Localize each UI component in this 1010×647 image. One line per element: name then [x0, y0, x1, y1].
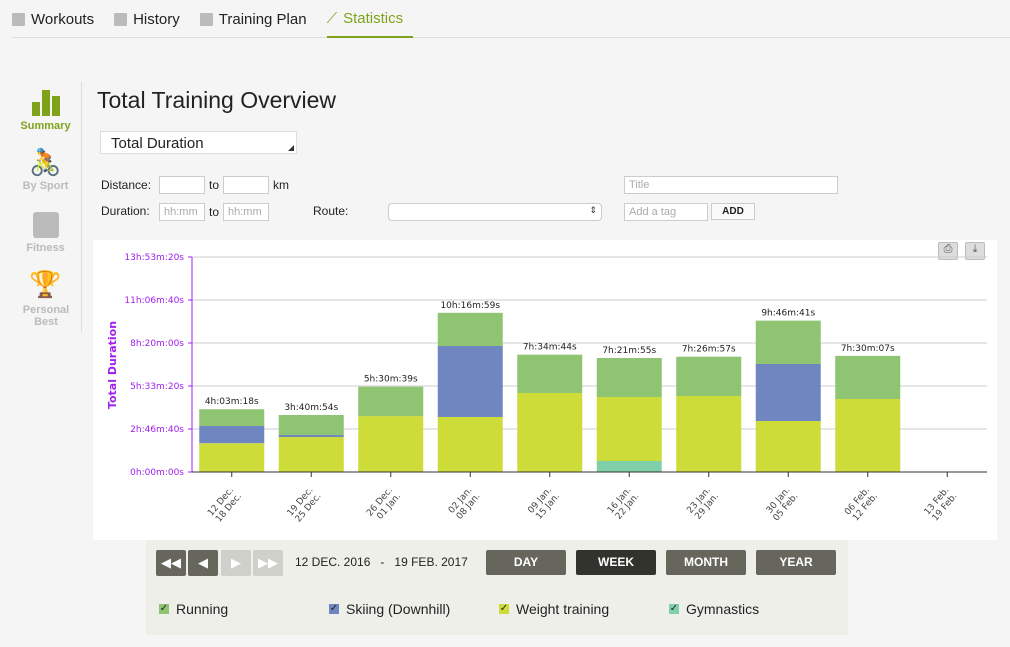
tab-label: Workouts	[31, 10, 95, 28]
legend-skiing[interactable]: ✓ Skiing (Downhill)	[329, 601, 450, 617]
distance-min-input[interactable]	[159, 176, 205, 194]
to-label: to	[209, 178, 220, 192]
range-start: 12 DEC. 2016	[295, 555, 371, 569]
day-button[interactable]: DAY	[486, 550, 566, 575]
tab-label: Training Plan	[218, 10, 307, 28]
tab-training-plan[interactable]: Training Plan	[199, 0, 317, 38]
sidebar: Summary 🚴 By Sport Fitness 🏆 Personal Be…	[10, 82, 82, 332]
checkbox-checked-icon[interactable]: ✓	[329, 604, 339, 614]
title-input[interactable]: Title	[624, 176, 838, 194]
chart-panel	[93, 240, 997, 540]
week-button[interactable]: WEEK	[576, 550, 656, 575]
distance-max-input[interactable]	[223, 176, 269, 194]
trophy-icon: 🏆	[29, 269, 62, 299]
legend-label: Gymnastics	[686, 601, 760, 617]
date-range: 12 DEC. 2016 - 19 FEB. 2017	[295, 555, 468, 569]
legend-label: Weight training	[516, 601, 610, 617]
download-icon[interactable]: ⤓	[965, 242, 985, 260]
sidebar-label: Fitness	[26, 242, 65, 254]
calendar-icon	[12, 12, 25, 26]
sidebar-item-by-sport[interactable]: 🚴 By Sport	[10, 144, 81, 192]
tab-statistics[interactable]: ⟋ Statistics	[326, 0, 414, 38]
legend-label: Skiing (Downhill)	[346, 601, 451, 617]
range-dash: -	[380, 555, 385, 569]
page-title: Total Training Overview	[97, 87, 337, 113]
legend-label: Running	[176, 601, 229, 617]
last-page-button[interactable]: ▶▶	[253, 550, 283, 576]
duration-max-input[interactable]: hh:mm	[223, 203, 269, 221]
sport-icon: 🚴	[29, 147, 62, 177]
prev-button[interactable]: ◀	[188, 550, 218, 576]
print-icon[interactable]: ⎙	[938, 242, 958, 260]
duration-min-input[interactable]: hh:mm	[159, 203, 205, 221]
checkbox-checked-icon[interactable]: ✓	[499, 604, 509, 614]
scale-icon	[10, 204, 81, 238]
sidebar-label: Personal Best	[22, 304, 70, 328]
metric-select[interactable]: Total Duration	[100, 131, 297, 154]
tab-label: Statistics	[343, 9, 404, 27]
tag-input[interactable]: Add a tag	[624, 203, 708, 221]
sidebar-item-summary[interactable]: Summary	[10, 82, 81, 132]
list-icon	[114, 12, 128, 26]
legend-running[interactable]: ✓ Running	[159, 601, 228, 617]
route-label: Route:	[313, 204, 349, 218]
tab-label: History	[133, 10, 180, 28]
first-page-button[interactable]: ◀◀	[156, 550, 186, 576]
sidebar-item-personal-best[interactable]: 🏆 Personal Best	[10, 266, 81, 328]
sidebar-item-fitness[interactable]: Fitness	[10, 204, 81, 254]
legend-gymnastics[interactable]: ✓ Gymnastics	[669, 601, 759, 617]
legend-weight-training[interactable]: ✓ Weight training	[499, 601, 609, 617]
to-label: to	[209, 205, 220, 219]
next-button[interactable]: ▶	[221, 550, 251, 576]
bar-chart-icon	[10, 82, 81, 116]
add-tag-button[interactable]: ADD	[711, 203, 755, 220]
duration-label: Duration:	[101, 204, 150, 218]
checkbox-checked-icon[interactable]: ✓	[669, 604, 679, 614]
route-select[interactable]: ⇕	[388, 203, 602, 221]
range-end: 19 FEB. 2017	[394, 555, 468, 569]
chevron-updown-icon: ⇕	[589, 205, 597, 215]
checkbox-checked-icon[interactable]: ✓	[159, 604, 169, 614]
sidebar-label: By Sport	[22, 180, 69, 192]
chart-controls: ◀◀ ◀ ▶ ▶▶ 12 DEC. 2016 - 19 FEB. 2017 DA…	[146, 540, 848, 635]
line-chart-icon: ⟋	[326, 9, 338, 27]
year-button[interactable]: YEAR	[756, 550, 836, 575]
month-button[interactable]: MONTH	[666, 550, 746, 575]
distance-label: Distance:	[101, 178, 152, 192]
sidebar-label: Summary	[20, 120, 71, 132]
tab-history[interactable]: History	[114, 0, 190, 38]
main-tabs: Workouts History Training Plan ⟋ Statisti…	[12, 0, 1010, 38]
km-label: km	[273, 178, 289, 192]
tab-workouts[interactable]: Workouts	[12, 0, 104, 38]
document-icon	[199, 12, 213, 26]
